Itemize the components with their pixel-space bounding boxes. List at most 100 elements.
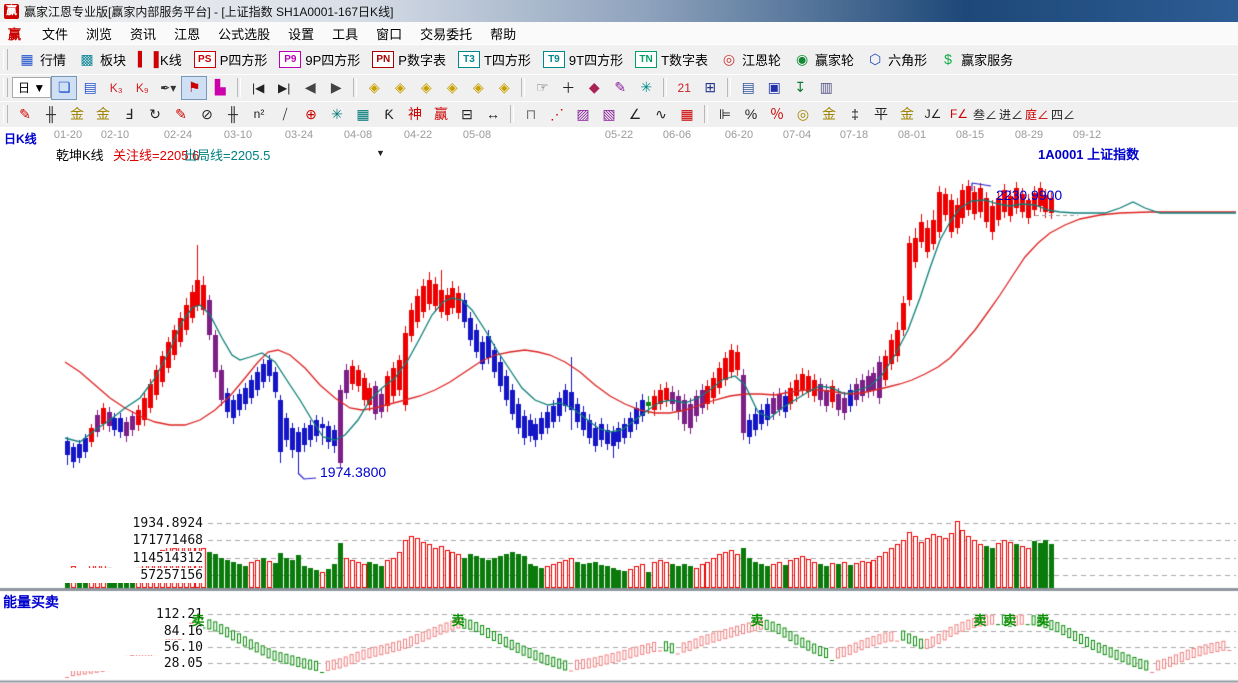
period-select[interactable]: 日 ▼ [12, 77, 51, 98]
diamond-target-icon[interactable]: ◈ [491, 76, 517, 100]
ying-tool-icon[interactable]: 赢 [428, 102, 454, 126]
fan-web-icon[interactable]: ✳ [324, 102, 350, 126]
gold-line-icon[interactable]: 金 [816, 102, 842, 126]
width-tool-icon[interactable]: ↔ [480, 102, 506, 126]
hand-tool-icon[interactable]: ☞ [529, 76, 555, 100]
next-icon[interactable]: ▶ [323, 76, 349, 100]
toolbar-grip[interactable] [3, 105, 8, 123]
zoom-window-icon[interactable]: ❏ [51, 76, 77, 100]
j-angle-icon[interactable]: J∠ [920, 102, 946, 126]
target-tool-icon[interactable]: ⊕ [298, 102, 324, 126]
menu-item-6[interactable]: 设置 [279, 22, 323, 45]
toolbar-button-kline[interactable]: ▍▐K线 [132, 47, 188, 72]
marker-dropper-icon[interactable]: ✒▾ [155, 76, 181, 100]
angle-circle-icon[interactable]: ⊘ [194, 102, 220, 126]
toolbar-grip[interactable] [3, 78, 8, 97]
menu-item-2[interactable]: 浏览 [77, 22, 121, 45]
diamond-star-icon[interactable]: ◈ [465, 76, 491, 100]
last-page-icon[interactable]: ▶| [271, 76, 297, 100]
gold-grid2-icon[interactable]: 金 [90, 102, 116, 126]
annotate-icon[interactable]: ✎ [607, 76, 633, 100]
send-pc-icon[interactable]: ▥ [813, 76, 839, 100]
grid3-icon[interactable]: ╫ [220, 102, 246, 126]
toolbar-button-quotes[interactable]: ▦行情 [12, 47, 72, 72]
toolbar-button-hexagon[interactable]: ⬡六角形 [860, 47, 933, 72]
toolbar-button-9t-square[interactable]: T99T四方形 [537, 47, 629, 72]
wave-tool-icon[interactable]: ∿ [648, 102, 674, 126]
pencil-tool-icon[interactable]: ✎ [12, 102, 38, 126]
f-angle-icon[interactable]: F∠ [946, 102, 972, 126]
ting-angle-icon[interactable]: 庭∠ [1024, 102, 1050, 126]
speed-fan-icon[interactable]: ⋰ [544, 102, 570, 126]
mirror-tool-icon[interactable]: ⧸ [272, 102, 298, 126]
calendar-21-icon[interactable]: 21 [671, 76, 697, 100]
menu-item-3[interactable]: 资讯 [121, 22, 165, 45]
k-quote-icon[interactable]: Ƙ [376, 102, 402, 126]
chart-area[interactable] [0, 127, 1238, 683]
san-angle-icon[interactable]: 叁∠ [972, 102, 998, 126]
crosshair-icon[interactable]: ＋ [555, 76, 581, 100]
prev-icon[interactable]: ◀ [297, 76, 323, 100]
shen-tool-icon[interactable]: 神 [402, 102, 428, 126]
kline-9-icon[interactable]: K₉ [129, 76, 155, 100]
memo-icon[interactable]: ▤ [735, 76, 761, 100]
flag-scan-icon[interactable]: ⚑ [181, 76, 207, 100]
red-grid-icon[interactable]: ▦ [674, 102, 700, 126]
color-histogram-icon[interactable]: ▙ [207, 76, 233, 100]
menu-item-7[interactable]: 工具 [323, 22, 367, 45]
menu-item-9[interactable]: 交易委托 [411, 22, 481, 45]
percent-icon[interactable]: % [738, 102, 764, 126]
kline-3-icon[interactable]: K₃ [103, 76, 129, 100]
angle-pencil-icon[interactable]: ∠ [622, 102, 648, 126]
toolbar-button-gann-wheel[interactable]: ◎江恩轮 [714, 47, 787, 72]
menu-item-8[interactable]: 窗口 [367, 22, 411, 45]
neural-icon[interactable]: ✳ [633, 76, 659, 100]
box-lines-icon[interactable]: ⊓ [518, 102, 544, 126]
box-diag-icon[interactable]: ▨ [570, 102, 596, 126]
toolbar-button-t-square[interactable]: T3T四方形 [452, 47, 537, 72]
percent-red-icon[interactable]: ％ [764, 102, 790, 126]
pin-diamond-icon[interactable]: ‡ [842, 102, 868, 126]
measure-icon[interactable]: ⊫ [712, 102, 738, 126]
export-icon[interactable]: ↧ [787, 76, 813, 100]
menu-item-5[interactable]: 公式选股 [209, 22, 279, 45]
gold-circle-icon[interactable]: ◎ [790, 102, 816, 126]
toolbar-button-t-number-table[interactable]: TNT数字表 [629, 47, 714, 72]
toolbar-button-sectors[interactable]: ▩板块 [72, 47, 132, 72]
gold-grid-icon[interactable]: 金 [64, 102, 90, 126]
title-bar[interactable]: 赢 赢家江恩专业版[赢家内部服务平台] - [上证指数 SH1A0001-167… [0, 0, 1238, 23]
diamond-cross-icon[interactable]: ◈ [439, 76, 465, 100]
diamond-h-icon[interactable]: ◈ [413, 76, 439, 100]
menu-item-10[interactable]: 帮助 [481, 22, 525, 45]
save-icon[interactable]: ▣ [761, 76, 787, 100]
grid-tool-icon[interactable]: ╫ [38, 102, 64, 126]
toolbar-button-9p-square[interactable]: P99P四方形 [273, 47, 366, 72]
menu-item-1[interactable]: 文件 [33, 22, 77, 45]
box-fan-icon[interactable]: ▧ [596, 102, 622, 126]
red-pencil-icon[interactable]: ✎ [168, 102, 194, 126]
ruler-123-icon[interactable]: ⊟ [454, 102, 480, 126]
sectors-icon: ▩ [78, 51, 96, 67]
f-ruler-icon[interactable]: Ⅎ [116, 102, 142, 126]
toolbar-button-winner-wheel[interactable]: ◉赢家轮 [787, 47, 860, 72]
toolbar-button-winner-service[interactable]: $赢家服务 [933, 47, 1019, 72]
first-page-icon[interactable]: |◀ [245, 76, 271, 100]
menu-item-4[interactable]: 江恩 [165, 22, 209, 45]
jin-angle-icon[interactable]: 进∠ [998, 102, 1024, 126]
ping-angle-icon[interactable]: 平 [868, 102, 894, 126]
calculator-icon[interactable]: ⊞ [697, 76, 723, 100]
diamond-right-icon[interactable]: ◈ [387, 76, 413, 100]
pin-icon[interactable]: ◆ [581, 76, 607, 100]
si-angle-icon[interactable]: 四∠ [1050, 102, 1076, 126]
toolbar-separator [704, 105, 708, 123]
toolbar-button-p-square[interactable]: PSP四方形 [188, 47, 274, 72]
web-grid-icon[interactable]: ▦ [350, 102, 376, 126]
diamond-left-icon[interactable]: ◈ [361, 76, 387, 100]
info-board-icon[interactable]: ▤ [77, 76, 103, 100]
n2-tool-icon[interactable]: n² [246, 102, 272, 126]
toolbar-button-p-number-table[interactable]: PNP数字表 [366, 47, 452, 72]
gold-angle-icon[interactable]: 金 [894, 102, 920, 126]
arc-tool-icon[interactable]: ↻ [142, 102, 168, 126]
toolbar-grip[interactable] [3, 49, 8, 70]
winner-wheel-icon: ◉ [793, 51, 811, 67]
